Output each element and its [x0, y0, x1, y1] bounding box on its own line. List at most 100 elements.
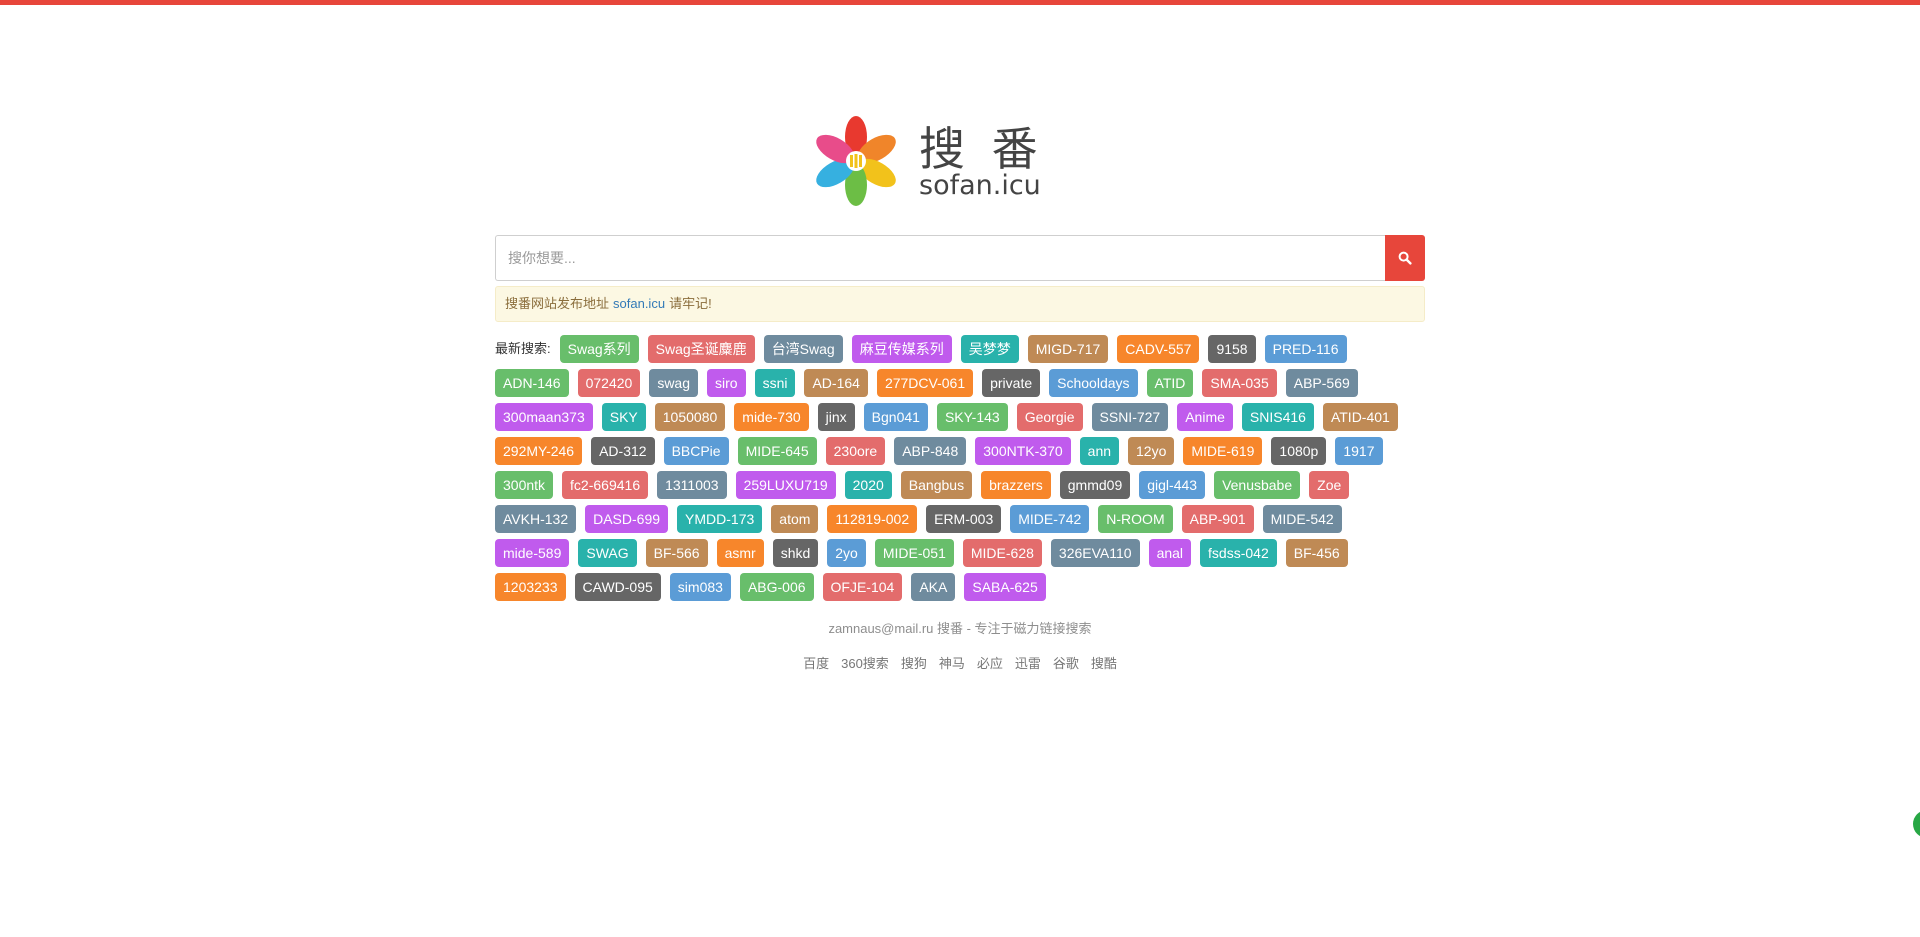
search-tag[interactable]: 112819-002	[827, 505, 918, 533]
footer-engine-link[interactable]: 谷歌	[1053, 656, 1079, 671]
search-tag[interactable]: Anime	[1177, 403, 1233, 431]
search-tag[interactable]: atom	[771, 505, 819, 533]
search-tag[interactable]: jinx	[817, 403, 855, 431]
search-tag[interactable]: BF-456	[1285, 539, 1348, 567]
footer-engine-link[interactable]: 必应	[977, 656, 1003, 671]
footer-engine-link[interactable]: 搜酷	[1091, 656, 1117, 671]
search-tag[interactable]: CAWD-095	[574, 573, 661, 601]
search-tag[interactable]: 1050080	[654, 403, 726, 431]
search-tag[interactable]: MIDE-628	[962, 539, 1042, 567]
search-tag[interactable]: 1203233	[495, 573, 566, 601]
search-tag[interactable]: AD-164	[804, 369, 868, 397]
search-tag[interactable]: MIDE-742	[1010, 505, 1090, 533]
footer-engine-link[interactable]: 百度	[803, 656, 829, 671]
search-tag[interactable]: SMA-035	[1202, 369, 1277, 397]
site-logo[interactable]: 搜 番 sofan.icu	[806, 111, 1046, 211]
search-tag[interactable]: 1917	[1335, 437, 1383, 465]
search-tag[interactable]: swag	[649, 369, 698, 397]
search-tag[interactable]: CADV-557	[1117, 335, 1200, 363]
search-tag[interactable]: ABP-569	[1285, 369, 1358, 397]
search-tag[interactable]: PRED-116	[1264, 335, 1347, 363]
search-tag[interactable]: Bgn041	[863, 403, 928, 431]
search-tag[interactable]: private	[982, 369, 1041, 397]
search-tag[interactable]: Georgie	[1016, 403, 1083, 431]
search-tag[interactable]: BF-566	[645, 539, 708, 567]
search-tag[interactable]: ADN-146	[495, 369, 569, 397]
search-tag[interactable]: MIDE-542	[1262, 505, 1342, 533]
search-tag[interactable]: anal	[1148, 539, 1192, 567]
logo-domain: sofan.icu	[919, 170, 1041, 201]
search-tag[interactable]: 259LUXU719	[735, 471, 836, 499]
search-tag[interactable]: Swag圣诞麋鹿	[647, 335, 755, 363]
search-tag[interactable]: ABP-848	[894, 437, 967, 465]
search-tag[interactable]: 300maan373	[495, 403, 593, 431]
search-tag[interactable]: MIDE-645	[737, 437, 817, 465]
search-tag[interactable]: ATID-401	[1322, 403, 1398, 431]
search-tag[interactable]: ABP-901	[1181, 505, 1254, 533]
footer-engine-link[interactable]: 搜狗	[901, 656, 927, 671]
side-widget-button[interactable]	[1913, 810, 1920, 838]
search-tag[interactable]: Schooldays	[1049, 369, 1138, 397]
search-tag[interactable]: 2020	[844, 471, 892, 499]
search-tag[interactable]: ssni	[754, 369, 796, 397]
search-tag[interactable]: ABG-006	[739, 573, 814, 601]
search-tag[interactable]: 292MY-246	[495, 437, 583, 465]
search-tag[interactable]: siro	[707, 369, 746, 397]
search-tag[interactable]: MIDE-051	[874, 539, 954, 567]
search-tag[interactable]: 12yo	[1128, 437, 1175, 465]
search-tag[interactable]: SKY-143	[936, 403, 1008, 431]
search-tag[interactable]: YMDD-173	[677, 505, 763, 533]
search-tag[interactable]: 300ntk	[495, 471, 554, 499]
search-tag[interactable]: 1311003	[657, 471, 727, 499]
footer-engine-link[interactable]: 360搜索	[841, 656, 889, 671]
search-tag[interactable]: SSNI-727	[1091, 403, 1169, 431]
top-accent-bar	[0, 0, 1920, 5]
footer-engine-link[interactable]: 迅雷	[1015, 656, 1041, 671]
search-tag[interactable]: MIDE-619	[1183, 437, 1263, 465]
search-tag[interactable]: SWAG	[578, 539, 637, 567]
search-tag[interactable]: 277DCV-061	[876, 369, 974, 397]
search-tag[interactable]: fc2-669416	[562, 471, 649, 499]
search-tag[interactable]: SNIS416	[1241, 403, 1314, 431]
search-tag[interactable]: Zoe	[1309, 471, 1350, 499]
search-tag[interactable]: 300NTK-370	[975, 437, 1071, 465]
search-tag[interactable]: shkd	[772, 539, 819, 567]
search-tag[interactable]: gigl-443	[1139, 471, 1206, 499]
search-tag[interactable]: ATID	[1146, 369, 1194, 397]
search-button[interactable]	[1385, 235, 1425, 281]
search-tag[interactable]: asmr	[716, 539, 764, 567]
search-tag[interactable]: gmmd09	[1059, 471, 1131, 499]
search-tag[interactable]: brazzers	[981, 471, 1051, 499]
search-tag[interactable]: 2yo	[827, 539, 866, 567]
search-tag[interactable]: SABA-625	[964, 573, 1046, 601]
search-tag[interactable]: BBCPie	[663, 437, 729, 465]
search-input[interactable]	[495, 235, 1385, 281]
search-tag[interactable]: ann	[1079, 437, 1120, 465]
search-tag[interactable]: AD-312	[591, 437, 655, 465]
search-tag[interactable]: 072420	[577, 369, 641, 397]
search-tag[interactable]: 9158	[1208, 335, 1256, 363]
search-tag[interactable]: SKY	[601, 403, 646, 431]
footer-engine-link[interactable]: 神马	[939, 656, 965, 671]
search-tag[interactable]: MIGD-717	[1027, 335, 1109, 363]
search-tag[interactable]: Venusbabe	[1214, 471, 1301, 499]
search-tag[interactable]: 230ore	[825, 437, 886, 465]
search-tag[interactable]: ERM-003	[926, 505, 1002, 533]
search-tag[interactable]: AKA	[911, 573, 956, 601]
search-tag[interactable]: N-ROOM	[1098, 505, 1173, 533]
search-tag[interactable]: 1080p	[1271, 437, 1327, 465]
notice-site-link[interactable]: sofan.icu	[613, 296, 665, 311]
search-tag[interactable]: 台湾Swag	[763, 335, 843, 363]
search-tag[interactable]: AVKH-132	[495, 505, 577, 533]
search-tag[interactable]: mide-589	[495, 539, 570, 567]
search-tag[interactable]: Swag系列	[559, 335, 639, 363]
search-tag[interactable]: Bangbus	[900, 471, 973, 499]
search-tag[interactable]: 麻豆传媒系列	[851, 335, 952, 363]
search-tag[interactable]: DASD-699	[585, 505, 669, 533]
search-tag[interactable]: 吴梦梦	[960, 335, 1019, 363]
search-tag[interactable]: OFJE-104	[822, 573, 903, 601]
search-tag[interactable]: 326EVA110	[1050, 539, 1140, 567]
search-tag[interactable]: fsdss-042	[1200, 539, 1277, 567]
search-tag[interactable]: mide-730	[734, 403, 809, 431]
search-tag[interactable]: sim083	[669, 573, 731, 601]
